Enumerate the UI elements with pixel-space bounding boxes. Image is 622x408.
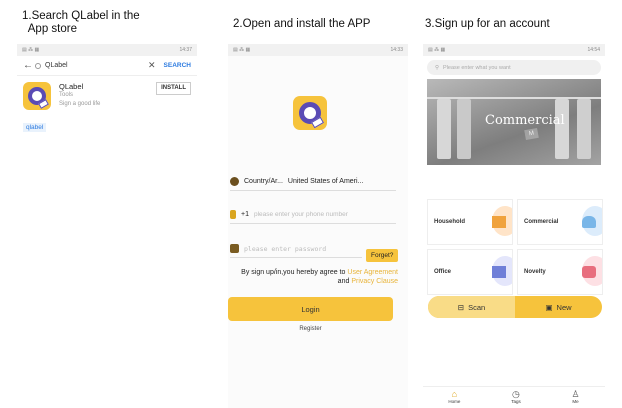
category-label: Office [434,269,452,275]
country-label: Country/Ar... [244,178,283,185]
scan-button[interactable]: ⊟ Scan [428,296,515,318]
scan-icon: ⊟ [457,302,465,312]
action-tabs: ⊟ Scan ▣ New [428,296,602,318]
phone-placeholder: please enter your phone number [253,211,348,218]
phone-field[interactable]: +1 please enter your phone number [230,210,396,224]
clock-icon: ◷ [512,389,520,399]
password-field[interactable]: please enter password [230,244,362,258]
phone-login: ▤ ⁂ ▦ 14:33 Country/Ar... United States o… [228,44,408,408]
install-button[interactable]: INSTALL [156,82,191,95]
country-code: +1 [241,211,249,218]
bottom-nav: ⌂ Home ◷ Tags ♙ Me [423,386,605,408]
phone-app-store: ▤ ⁂ ▦ 14:37 ← QLabel ✕ SEARCH QLabel Tool… [17,44,197,408]
flag-icon [230,177,239,186]
home-search-placeholder: Please enter what you want [443,64,511,71]
commercial-icon [582,216,596,228]
nav-me[interactable]: ♙ Me [572,387,580,408]
qlabel-app-icon [293,96,327,130]
phone-icon [230,210,236,219]
search-suggestion[interactable]: qlabel [23,123,47,132]
category-label: Household [434,219,465,225]
status-bar: ▤ ⁂ ▦ 14:33 [228,44,408,56]
new-button[interactable]: ▣ New [515,296,602,318]
app-category: Tools [59,92,74,98]
step2-caption: 2.Open and install the APP [233,18,371,30]
category-grid: Household Commercial Office Novelty [427,199,603,295]
banner-tag: M [524,127,539,141]
app-tagline: Sign a good life [59,101,101,107]
category-label: Novelty [524,269,546,275]
back-arrow-icon[interactable]: ← [23,60,35,71]
privacy-clause-link[interactable]: Privacy Clause [351,278,398,285]
new-icon: ▣ [545,302,553,312]
search-icon [35,62,41,69]
category-commercial[interactable]: Commercial [517,199,603,245]
forgot-button[interactable]: Forget? [366,249,399,262]
person-icon: ♙ [571,389,580,399]
store-search-input[interactable]: QLabel [35,62,148,69]
novelty-icon [582,266,596,278]
user-agreement-link[interactable]: User Agreement [347,269,398,276]
search-button[interactable]: SEARCH [164,62,191,69]
category-household[interactable]: Household [427,199,513,245]
register-link[interactable]: Register [228,326,393,332]
search-icon: ⚲ [435,64,440,71]
household-icon [492,216,506,228]
category-novelty[interactable]: Novelty [517,249,603,295]
app-name: QLabel [59,82,84,91]
step1-caption: 1.Search QLabel in the App store [22,10,140,35]
step3-caption: 3.Sign up for an account [425,18,550,30]
banner[interactable]: Commercial M [427,79,601,165]
category-office[interactable]: Office [427,249,513,295]
store-search-row: ← QLabel ✕ SEARCH [17,56,197,76]
status-bar: ▤ ⁂ ▦ 14:37 [17,44,197,56]
nav-home[interactable]: ⌂ Home [448,387,460,408]
phone-home: ▤ ⁂ ▦ 14:54 ⚲ Please enter what you want … [423,44,605,408]
home-icon: ⌂ [451,389,458,399]
nav-tags[interactable]: ◷ Tags [511,387,521,408]
country-value: United States of Ameri... [287,178,364,185]
search-query: QLabel [45,62,68,69]
password-placeholder: please enter password [244,244,327,253]
qlabel-app-icon [23,82,51,110]
banner-title: Commercial [485,113,565,128]
app-result[interactable]: QLabel Tools Sign a good life INSTALL [17,76,197,116]
category-label: Commercial [524,219,559,225]
home-search-input[interactable]: ⚲ Please enter what you want [427,60,601,75]
agreement-text: By sign up/in,you hereby agree to User A… [241,269,398,285]
status-bar: ▤ ⁂ ▦ 14:54 [423,44,605,56]
office-icon [492,266,506,278]
lock-icon [230,244,239,253]
login-button[interactable]: Login [228,297,393,321]
country-selector[interactable]: Country/Ar... United States of Ameri... [230,177,396,191]
close-icon[interactable]: ✕ [148,60,156,71]
